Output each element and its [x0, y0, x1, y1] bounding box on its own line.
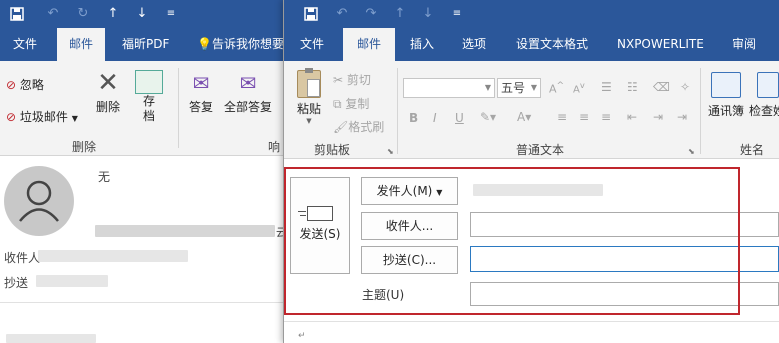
to-label: 收件人	[4, 251, 41, 265]
customize-qat-icon[interactable]: ≡	[448, 0, 466, 28]
ignore-button[interactable]: ⊘ 忽略	[6, 76, 44, 93]
person-icon	[19, 180, 59, 222]
message-subject: 无	[98, 170, 111, 184]
junk-button[interactable]: ⊘ 垃圾邮件 ▼	[6, 108, 78, 125]
paragraph-mark: ↵	[298, 331, 306, 341]
align-left-icon[interactable]: ≡	[557, 110, 567, 124]
tab-insert[interactable]: 插入	[410, 28, 434, 61]
shrink-font-icon[interactable]: Av	[573, 80, 585, 95]
lightbulb-icon: 💡	[197, 37, 212, 51]
chevron-down-icon: ▼	[484, 83, 491, 92]
reply-button[interactable]: ✉ 答复	[186, 68, 216, 115]
tab-mail[interactable]: 邮件	[57, 28, 105, 61]
tab-file[interactable]: 文件	[13, 28, 37, 61]
group-label-delete: 删除	[72, 140, 97, 154]
cut-button[interactable]: ✂ 剪切	[333, 71, 371, 88]
reply-all-button[interactable]: ✉ 全部答复	[222, 68, 274, 115]
indent-decrease-icon[interactable]: ⇤	[627, 110, 637, 124]
body-divider	[284, 321, 779, 322]
tab-file[interactable]: 文件	[300, 28, 324, 61]
archive-icon	[135, 70, 163, 94]
chevron-down-icon: ▼	[71, 114, 78, 123]
ribbon-divider	[397, 68, 398, 154]
ignore-icon: ⊘	[6, 78, 17, 92]
arrow-down-icon[interactable]: ↓	[133, 0, 151, 28]
group-label-clipboard: 剪贴板	[314, 143, 351, 157]
dialog-launcher-icon[interactable]: ⬊	[387, 147, 394, 156]
to-redacted	[38, 250, 188, 262]
paintbrush-icon: 🖌	[333, 120, 349, 134]
font-name-select[interactable]: ▼	[403, 78, 495, 98]
underline-button[interactable]: U	[455, 111, 464, 125]
arrow-down-icon[interactable]: ↓	[419, 0, 437, 28]
ribbon-divider	[700, 68, 701, 154]
scissors-icon: ✂	[333, 73, 344, 87]
align-center-icon[interactable]: ≡	[579, 110, 589, 124]
tell-me-search[interactable]: 💡告诉我你想要	[197, 28, 284, 61]
cc-redacted	[36, 275, 108, 287]
reply-all-icon: ✉	[239, 71, 257, 95]
dialog-launcher-icon[interactable]: ⬊	[688, 147, 695, 156]
body-redacted	[6, 334, 96, 343]
check-names-button[interactable]: 检查姓	[749, 72, 779, 119]
address-book-icon	[711, 72, 741, 98]
group-label-respond: 响	[268, 140, 281, 154]
sender-redacted	[95, 225, 275, 237]
arrow-up-icon[interactable]: ↑	[104, 0, 122, 28]
header-divider	[0, 302, 285, 303]
undo-icon[interactable]: ↶	[333, 0, 351, 28]
highlight-icon[interactable]: ✎▾	[480, 110, 496, 124]
address-book-button[interactable]: 通讯簿	[706, 72, 746, 119]
numbering-icon[interactable]: ☷	[627, 80, 638, 94]
copy-icon: ⧉	[333, 97, 342, 111]
italic-button[interactable]: I	[433, 111, 437, 125]
indent-icon[interactable]: ⇥	[653, 110, 663, 124]
paste-button[interactable]: 粘贴 ▼	[292, 68, 326, 125]
avatar	[4, 166, 74, 236]
archive-button[interactable]: 存 档	[133, 68, 165, 124]
tab-mail[interactable]: 邮件	[343, 28, 395, 61]
grow-font-icon[interactable]: A^	[549, 80, 564, 96]
format-painter-button[interactable]: 🖌格式刷	[333, 118, 384, 135]
indent-increase-icon[interactable]: ⇥	[677, 110, 687, 124]
tab-review[interactable]: 审阅	[732, 28, 756, 61]
arrow-up-icon[interactable]: ↑	[391, 0, 409, 28]
highlight-box	[284, 167, 740, 315]
customize-qat-icon[interactable]: ≡	[162, 0, 180, 28]
tab-foxit-pdf[interactable]: 福昕PDF	[122, 28, 169, 61]
undo-icon[interactable]: ↶	[44, 0, 62, 28]
junk-icon: ⊘	[6, 110, 17, 124]
chevron-down-icon: ▼	[306, 117, 312, 125]
delete-button[interactable]: ✕ 删除	[93, 68, 123, 115]
tab-nxpowerlite[interactable]: NXPOWERLITE	[617, 28, 704, 61]
front-qat-bar	[284, 0, 779, 28]
align-right-icon[interactable]: ≡	[601, 110, 611, 124]
cc-label: 抄送	[4, 276, 29, 290]
group-label-basic-text: 普通文本	[516, 143, 565, 157]
chevron-down-icon: ▼	[530, 83, 537, 92]
redo-icon[interactable]: ↷	[362, 0, 380, 28]
delete-x-icon: ✕	[97, 68, 119, 98]
tab-format-text[interactable]: 设置文本格式	[516, 28, 588, 61]
font-color-icon[interactable]: A▾	[517, 110, 531, 124]
tab-options[interactable]: 选项	[462, 28, 486, 61]
group-label-names: 姓名	[740, 143, 765, 157]
redo-icon[interactable]: ↻	[74, 0, 92, 28]
clear-all-icon[interactable]: ✧	[680, 80, 690, 94]
font-size-select[interactable]: 五号 ▼	[497, 78, 541, 98]
ribbon-divider	[178, 68, 179, 148]
check-names-icon	[757, 72, 779, 98]
clipboard-icon	[297, 68, 321, 98]
format-clear-icon[interactable]: ⌫	[653, 80, 670, 94]
copy-button[interactable]: ⧉ 复制	[333, 95, 369, 112]
bullets-icon[interactable]: ☰	[601, 80, 612, 94]
bold-button[interactable]: B	[409, 111, 418, 125]
reply-icon: ✉	[192, 71, 210, 95]
